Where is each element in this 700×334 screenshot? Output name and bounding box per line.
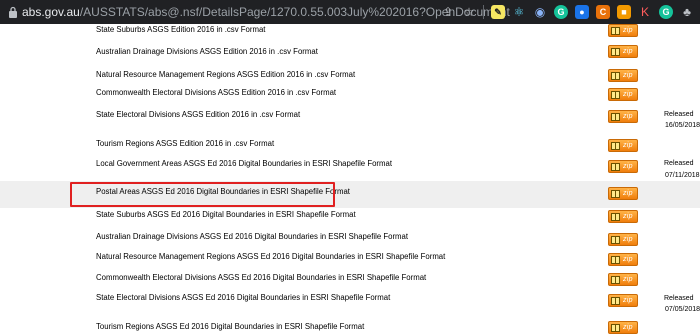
zip-icon — [611, 162, 620, 171]
address-bar[interactable]: abs.gov.au/AUSSTATS/abs@.nsf/DetailsPage… — [22, 4, 510, 20]
zip-download-button[interactable]: zip — [608, 160, 638, 173]
toolbar-icons: ⇪ ☆ ✎ ⚛ ◉ G ● C ■ K G ♣ — [441, 3, 694, 21]
released-label: Released — [664, 111, 694, 118]
row-label: State Suburbs ASGS Edition 2016 in .csv … — [96, 25, 266, 34]
zip-download-button[interactable]: zip — [608, 294, 638, 307]
share-icon[interactable]: ⇪ — [441, 5, 455, 19]
row-label: State Suburbs ASGS Ed 2016 Digital Bound… — [96, 210, 356, 219]
zip-icon — [611, 71, 620, 80]
row-label: State Electoral Divisions ASGS Edition 2… — [96, 110, 301, 119]
zip-download-button[interactable]: zip — [608, 139, 638, 152]
zip-download-button[interactable]: zip — [608, 69, 638, 82]
row-label: Commonwealth Electoral Divisions ASGS Ed… — [96, 273, 427, 282]
extension-blue-icon[interactable]: ● — [575, 5, 589, 19]
zip-download-button[interactable]: zip — [608, 88, 638, 101]
zip-icon — [611, 255, 620, 264]
zip-icon — [611, 90, 620, 99]
released-label: Released — [664, 160, 694, 167]
row-label: State Electoral Divisions ASGS Ed 2016 D… — [96, 293, 391, 302]
zip-icon — [611, 47, 620, 56]
zip-download-button[interactable]: zip — [608, 253, 638, 266]
row-label: Natural Resource Management Regions ASGS… — [96, 252, 446, 261]
row-label: Local Government Areas ASGS Ed 2016 Digi… — [96, 159, 393, 168]
zip-icon — [611, 189, 620, 198]
extension-globe-icon[interactable]: ◉ — [533, 5, 547, 19]
zip-download-button[interactable]: zip — [608, 187, 638, 200]
grammarly-icon[interactable]: G — [554, 5, 568, 19]
released-date: 07/05/2018 — [665, 306, 700, 313]
url-host: abs.gov.au — [22, 5, 80, 19]
zip-icon — [611, 141, 620, 150]
zip-icon — [611, 26, 620, 35]
grammarly-g-icon[interactable]: G — [659, 5, 673, 19]
toolbar-divider — [483, 5, 484, 19]
zip-download-button[interactable]: zip — [608, 210, 638, 223]
zip-icon — [611, 275, 620, 284]
extension-pen-icon[interactable]: ✎ — [491, 5, 505, 19]
extensions-puzzle-icon[interactable]: ♣ — [680, 5, 694, 19]
extension-orange-icon[interactable]: ■ — [617, 5, 631, 19]
zip-icon — [611, 212, 620, 221]
zip-icon — [611, 112, 620, 121]
browser-toolbar: abs.gov.au/AUSSTATS/abs@.nsf/DetailsPage… — [0, 0, 700, 24]
zip-download-button[interactable]: zip — [608, 273, 638, 286]
zip-download-button[interactable]: zip — [608, 233, 638, 246]
zip-download-button[interactable]: zip — [608, 24, 638, 37]
row-label: Tourism Regions ASGS Ed 2016 Digital Bou… — [96, 322, 365, 331]
row-label: Commonwealth Electoral Divisions ASGS Ed… — [96, 88, 337, 97]
zip-icon — [611, 296, 620, 305]
react-devtools-icon[interactable]: ⚛ — [512, 5, 526, 19]
zip-download-button[interactable]: zip — [608, 110, 638, 123]
zip-download-button[interactable]: zip — [608, 321, 638, 334]
annotation-highlight-box — [70, 182, 335, 207]
downloads-table: State Suburbs ASGS Edition 2016 in .csv … — [0, 24, 700, 334]
star-icon[interactable]: ☆ — [462, 5, 476, 19]
released-date: 16/05/2018 — [665, 122, 700, 129]
released-label: Released — [664, 295, 694, 302]
table-row: State Suburbs ASGS Edition 2016 in .csv … — [0, 24, 700, 44]
zip-icon — [611, 323, 620, 332]
extension-k-icon[interactable]: K — [638, 5, 652, 19]
lock-icon[interactable] — [8, 6, 18, 18]
row-label: Australian Drainage Divisions ASGS Editi… — [96, 47, 318, 56]
extension-c-icon[interactable]: C — [596, 5, 610, 19]
zip-download-button[interactable]: zip — [608, 45, 638, 58]
row-label: Australian Drainage Divisions ASGS Ed 20… — [96, 232, 409, 241]
row-label: Tourism Regions ASGS Edition 2016 in .cs… — [96, 139, 275, 148]
released-date: 07/11/2018 — [665, 172, 700, 179]
row-label: Natural Resource Management Regions ASGS… — [96, 70, 356, 79]
zip-icon — [611, 235, 620, 244]
